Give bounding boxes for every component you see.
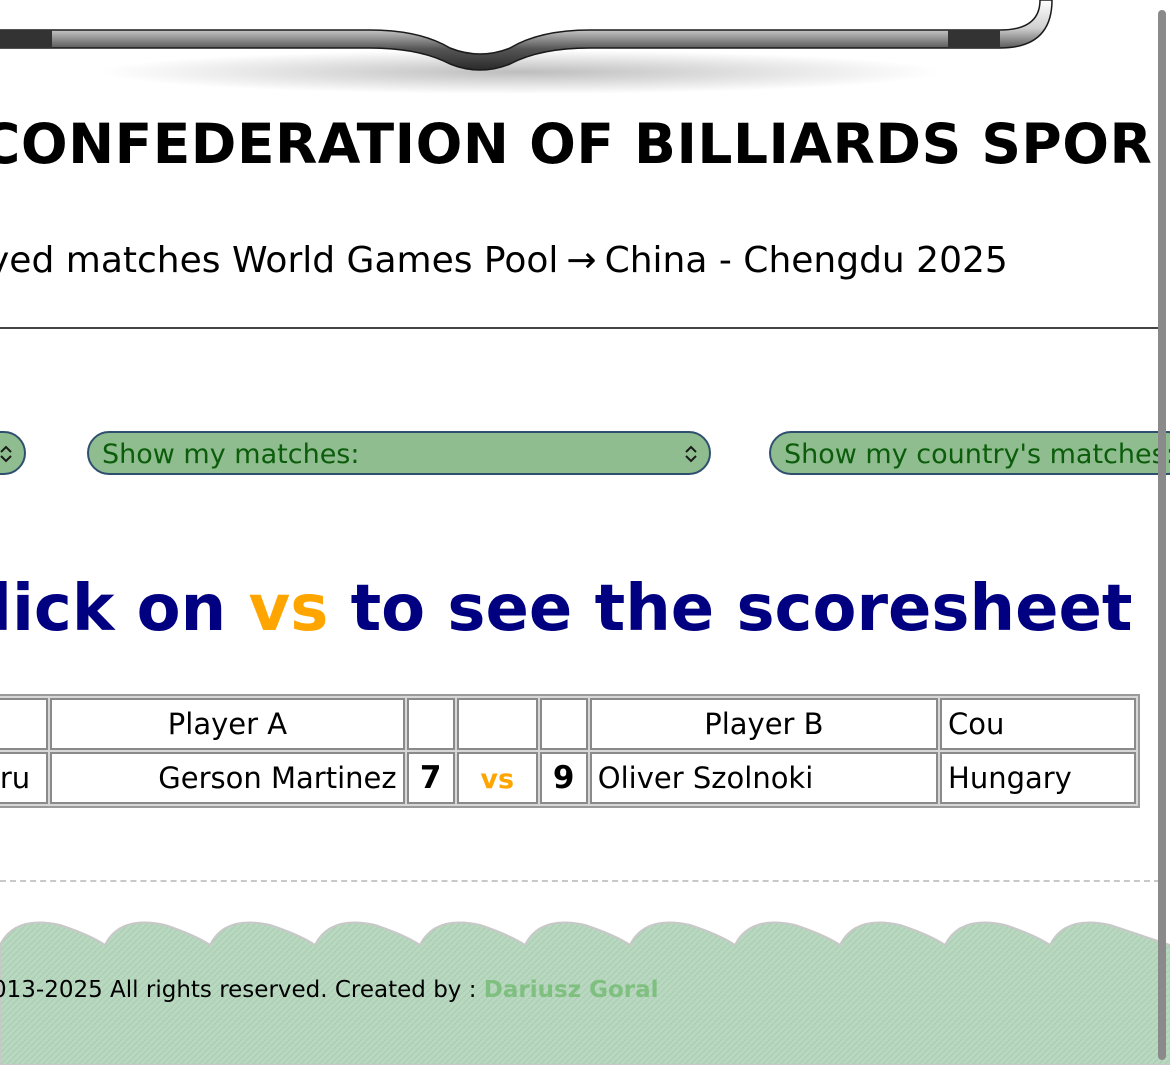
score-b-cell: 9 [539,752,588,804]
player-b-cell: Oliver Szolnoki [589,752,939,804]
instruction-prefix: lick on [0,572,227,646]
chevron-up-down-icon [0,445,12,463]
chevron-up-down-icon [685,445,697,463]
player-a-cell: Gerson Martinez [50,752,405,804]
header-score-a [406,698,455,750]
vertical-scrollbar[interactable] [1158,10,1166,1060]
divider [0,327,1160,329]
header-player-a: Player A [50,698,405,750]
show-my-matches-label: Show my matches: [102,439,360,470]
copyright-text: 013-2025 All rights reserved. Created by… [0,977,477,1003]
page: CONFEDERATION OF BILLIARDS SPOR yed matc… [0,0,1170,1065]
country-b-cell: Hungary [940,752,1136,804]
show-country-matches-select[interactable]: Show my country's matches: [769,431,1170,475]
breadcrumb-section[interactable]: yed matches World Games Pool [0,240,558,281]
breadcrumb-current: China - Chengdu 2025 [604,240,1008,281]
author-link[interactable]: Dariusz Goral [484,977,659,1003]
footer-copyright: 013-2025 All rights reserved. Created by… [0,977,659,1003]
table-row: eru Gerson Martinez 7 vs 9 Oliver Szolno… [0,752,1136,804]
footer-divider [0,880,1160,882]
header-country-a [0,698,49,750]
scoresheet-vs-link[interactable]: vs [480,764,514,795]
table-header-row: Player A Player B Cou [0,698,1136,750]
score-a-cell: 7 [406,752,455,804]
header-vs [456,698,538,750]
country-a-cell: eru [0,752,49,804]
scoresheet-instruction: lick on vs to see the scoresheet [0,572,1132,646]
site-title: CONFEDERATION OF BILLIARDS SPOR [0,112,1153,176]
instruction-vs: vs [248,572,329,646]
cue-stick-icon [0,0,1053,94]
show-country-matches-label: Show my country's matches: [784,439,1170,470]
filter-select-left[interactable] [0,431,26,475]
instruction-suffix: to see the scoresheet [350,572,1133,646]
matches-table: Player A Player B Cou eru Gerson Martine… [0,694,1140,808]
show-my-matches-select[interactable]: Show my matches: [87,431,711,475]
header-score-b [539,698,588,750]
breadcrumb: yed matches World Games Pool → China - Che… [0,240,1008,281]
breadcrumb-arrow-icon: → [566,240,597,281]
header-country-b: Cou [940,698,1136,750]
header-player-b: Player B [589,698,939,750]
vs-cell: vs [456,752,538,804]
